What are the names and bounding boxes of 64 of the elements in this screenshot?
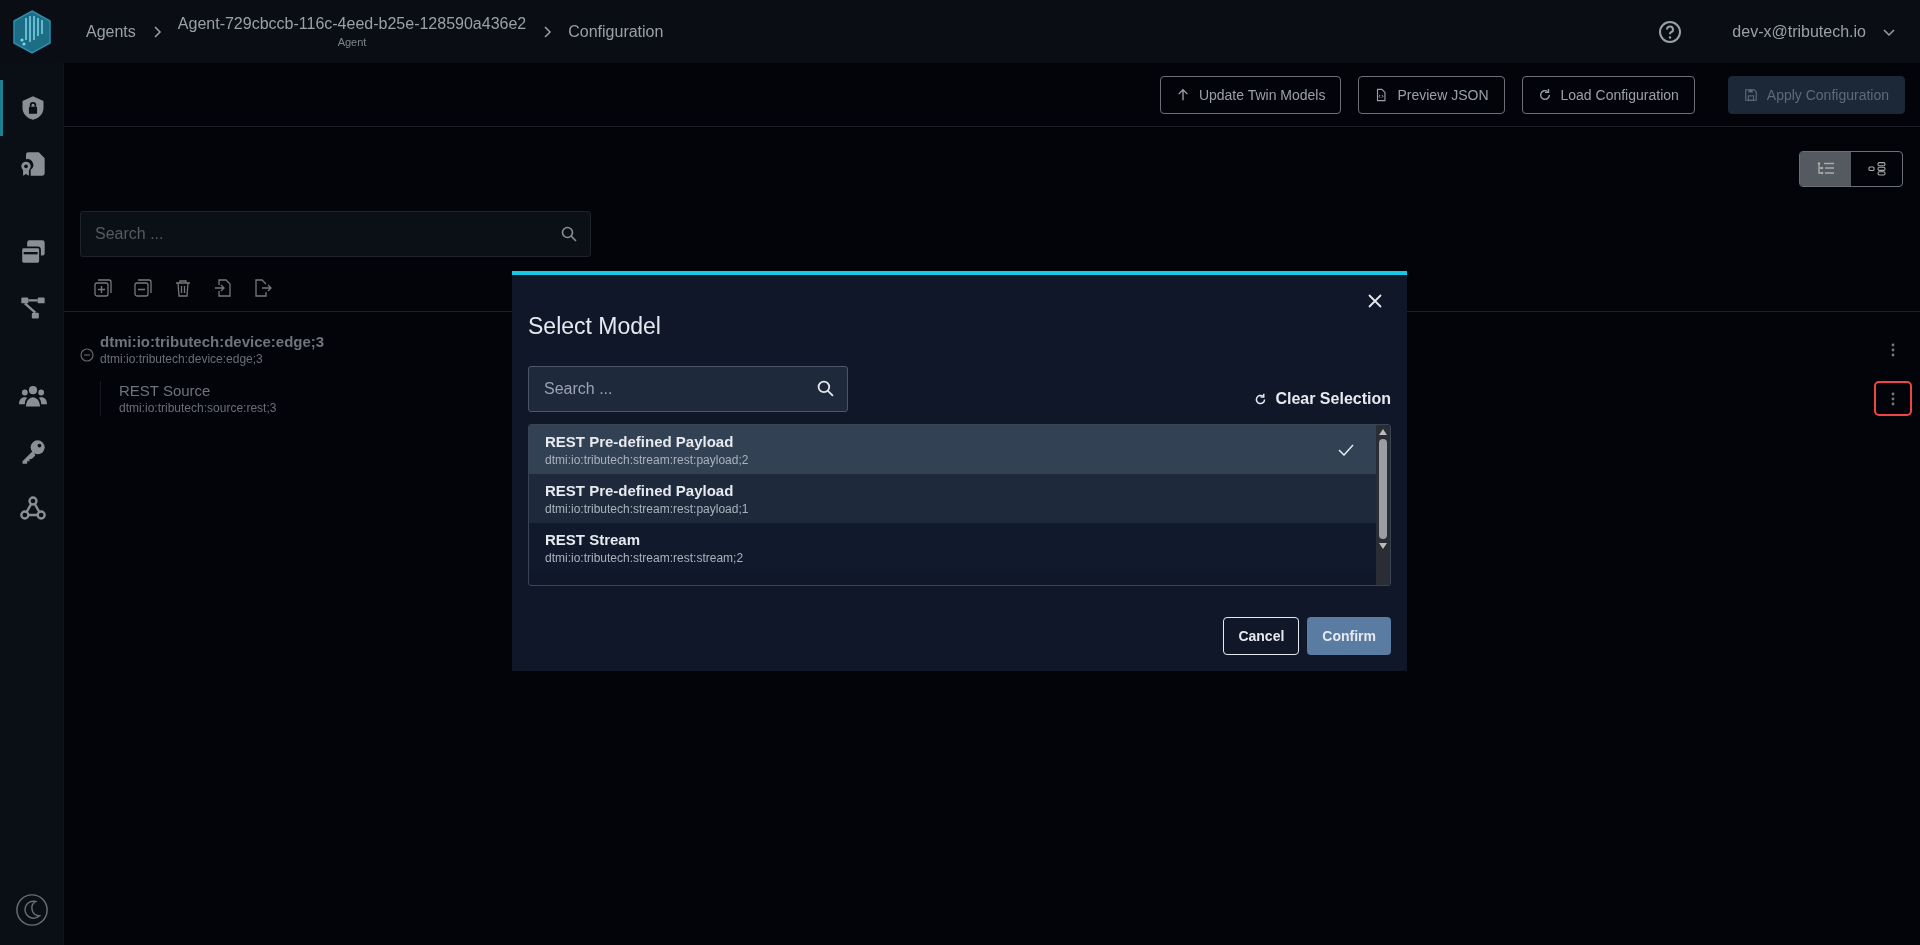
breadcrumb-caption: Agent xyxy=(337,36,367,48)
reload-icon xyxy=(1254,392,1268,406)
model-list-item[interactable]: REST Pre-defined Payload dtmi:io:tributech:stream:rest:payload;1 xyxy=(529,474,1376,523)
delete-button[interactable] xyxy=(174,279,192,297)
confirm-button[interactable]: Confirm xyxy=(1307,617,1391,655)
expand-all-button[interactable] xyxy=(94,279,112,297)
more-vertical-icon xyxy=(1891,391,1895,406)
webhook-icon xyxy=(19,494,47,522)
scroll-up-arrow-icon[interactable] xyxy=(1378,428,1388,436)
moon-icon[interactable] xyxy=(14,893,49,927)
search-icon xyxy=(561,226,577,242)
toolbar-button[interactable]: Update Twin Models xyxy=(1159,76,1342,114)
search-field[interactable]: Search ... xyxy=(80,211,591,257)
reload-icon xyxy=(1537,88,1552,102)
model-id: dtmi:io:tributech:stream:rest:payload;1 xyxy=(545,501,750,516)
tree-node-id: dtmi:io:tributech:source:rest;3 xyxy=(119,401,277,415)
chevron-right-icon xyxy=(542,24,553,39)
toolbar-button[interactable]: Load Configuration xyxy=(1521,76,1695,114)
model-id: dtmi:io:tributech:stream:rest:payload;2 xyxy=(545,452,750,467)
tree-node-title[interactable]: REST Source xyxy=(119,382,277,399)
export-button[interactable] xyxy=(254,279,272,297)
file-export-icon xyxy=(254,279,272,297)
breadcrumb-link[interactable]: Agents xyxy=(86,22,136,41)
breadcrumb-link[interactable]: Configuration xyxy=(568,22,664,41)
collapse-all-icon xyxy=(134,279,152,297)
search-field[interactable]: Search ... xyxy=(528,366,848,412)
toolbar-button[interactable]: Preview JSON xyxy=(1358,76,1505,114)
tree-node-id: dtmi:io:tributech:device:edge;3 xyxy=(100,352,264,366)
collapse-toggle-icon[interactable] xyxy=(80,347,94,362)
model-name: REST Pre-defined Payload xyxy=(545,432,735,450)
scroll-down-arrow-icon[interactable] xyxy=(1378,542,1388,550)
close-icon[interactable] xyxy=(1367,293,1383,309)
save-icon xyxy=(1743,88,1758,102)
user-menu[interactable]: dev-x@tributech.io xyxy=(1732,22,1896,41)
help-icon[interactable] xyxy=(1658,19,1683,44)
file-import-icon xyxy=(214,279,232,297)
arrow-up-icon xyxy=(1175,88,1190,102)
chevron-right-icon xyxy=(151,24,162,39)
expand-all-icon xyxy=(94,279,112,297)
model-name: REST Pre-defined Payload xyxy=(545,481,735,499)
model-list-item[interactable]: REST Pre-defined Payload dtmi:io:tributech:stream:rest:payload;2 xyxy=(529,425,1376,474)
checkmark-icon xyxy=(1338,443,1354,456)
breadcrumb-link[interactable]: Agent-729cbccb-116c-4eed-b25e-128590a436e2 xyxy=(177,15,527,33)
more-vertical-icon xyxy=(1891,342,1895,357)
model-name: REST Stream xyxy=(545,530,642,548)
collapse-all-button[interactable] xyxy=(134,279,152,297)
file-icon xyxy=(1374,88,1389,102)
clear-selection-button[interactable]: Clear Selection xyxy=(1254,390,1391,408)
cancel-button[interactable]: Cancel xyxy=(1223,617,1300,655)
import-button[interactable] xyxy=(214,279,232,297)
tree-node-title[interactable]: dtmi:io:tributech:device:edge;3 xyxy=(100,333,325,350)
scrollbar[interactable] xyxy=(1376,425,1390,585)
hierarchy-icon xyxy=(1867,162,1886,176)
search-icon xyxy=(817,380,834,397)
trash-icon xyxy=(174,279,192,297)
cards-icon xyxy=(19,238,47,266)
model-id: dtmi:io:tributech:stream:rest:stream;2 xyxy=(545,550,745,565)
list-tree-icon xyxy=(1816,162,1835,176)
certificate-icon xyxy=(19,150,47,178)
more-menu-button[interactable] xyxy=(1874,381,1912,416)
view-toggle-button[interactable] xyxy=(1800,152,1851,186)
chevron-down-icon xyxy=(1882,26,1896,37)
dialog-title: Select Model xyxy=(528,313,662,340)
logo-icon[interactable] xyxy=(12,9,52,54)
